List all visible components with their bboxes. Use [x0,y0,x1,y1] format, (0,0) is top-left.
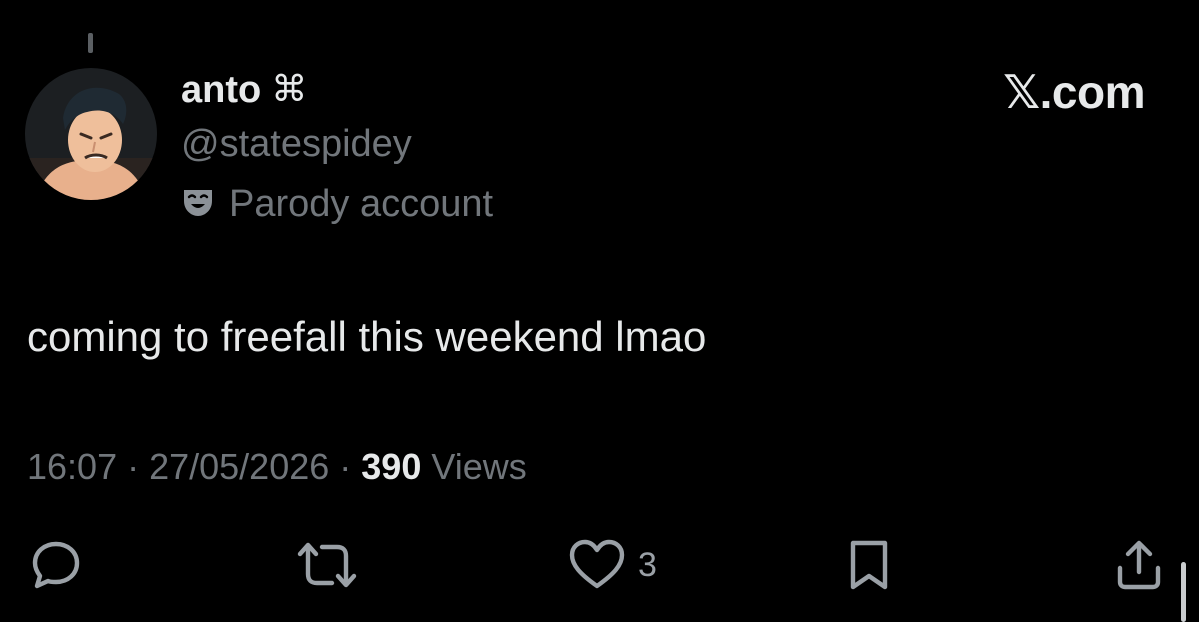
theater-mask-icon [181,185,215,224]
like-count: 3 [638,546,657,584]
parody-label-text: Parody account [229,183,494,225]
meta-separator: · [329,446,362,487]
share-icon [1112,538,1166,592]
tweet-date[interactable]: 27/05/2026 [149,446,329,487]
tweet-text: coming to freefall this weekend lmao [27,313,707,360]
retweet-button[interactable] [294,538,360,592]
avatar[interactable] [25,68,157,200]
bookmark-icon [845,538,893,592]
parody-account-label: Parody account [181,181,493,227]
scrollbar[interactable] [1181,562,1186,622]
share-button[interactable] [1112,538,1166,592]
avatar-image [25,68,157,200]
like-button[interactable]: 3 [568,538,657,592]
reply-bubble-icon [29,538,83,592]
reply-button[interactable] [29,538,83,592]
x-com-brand: 𝕏.com [1003,66,1145,118]
views-label: Views [421,446,527,487]
thread-connector-line [88,33,93,53]
author-handle[interactable]: @statespidey [181,122,412,166]
author-display-name[interactable]: anto [181,68,261,112]
author-name-row[interactable]: anto ⌘ [181,68,307,112]
retweet-icon [294,538,360,592]
bookmark-button[interactable] [845,538,893,592]
views-count: 390 [361,446,422,487]
tweet-meta: 16:07 · 27/05/2026 · 390 Views [27,444,527,490]
tweet-time[interactable]: 16:07 [27,446,117,487]
heart-icon [568,538,626,592]
command-key-icon: ⌘ [271,69,308,110]
meta-separator: · [117,446,150,487]
